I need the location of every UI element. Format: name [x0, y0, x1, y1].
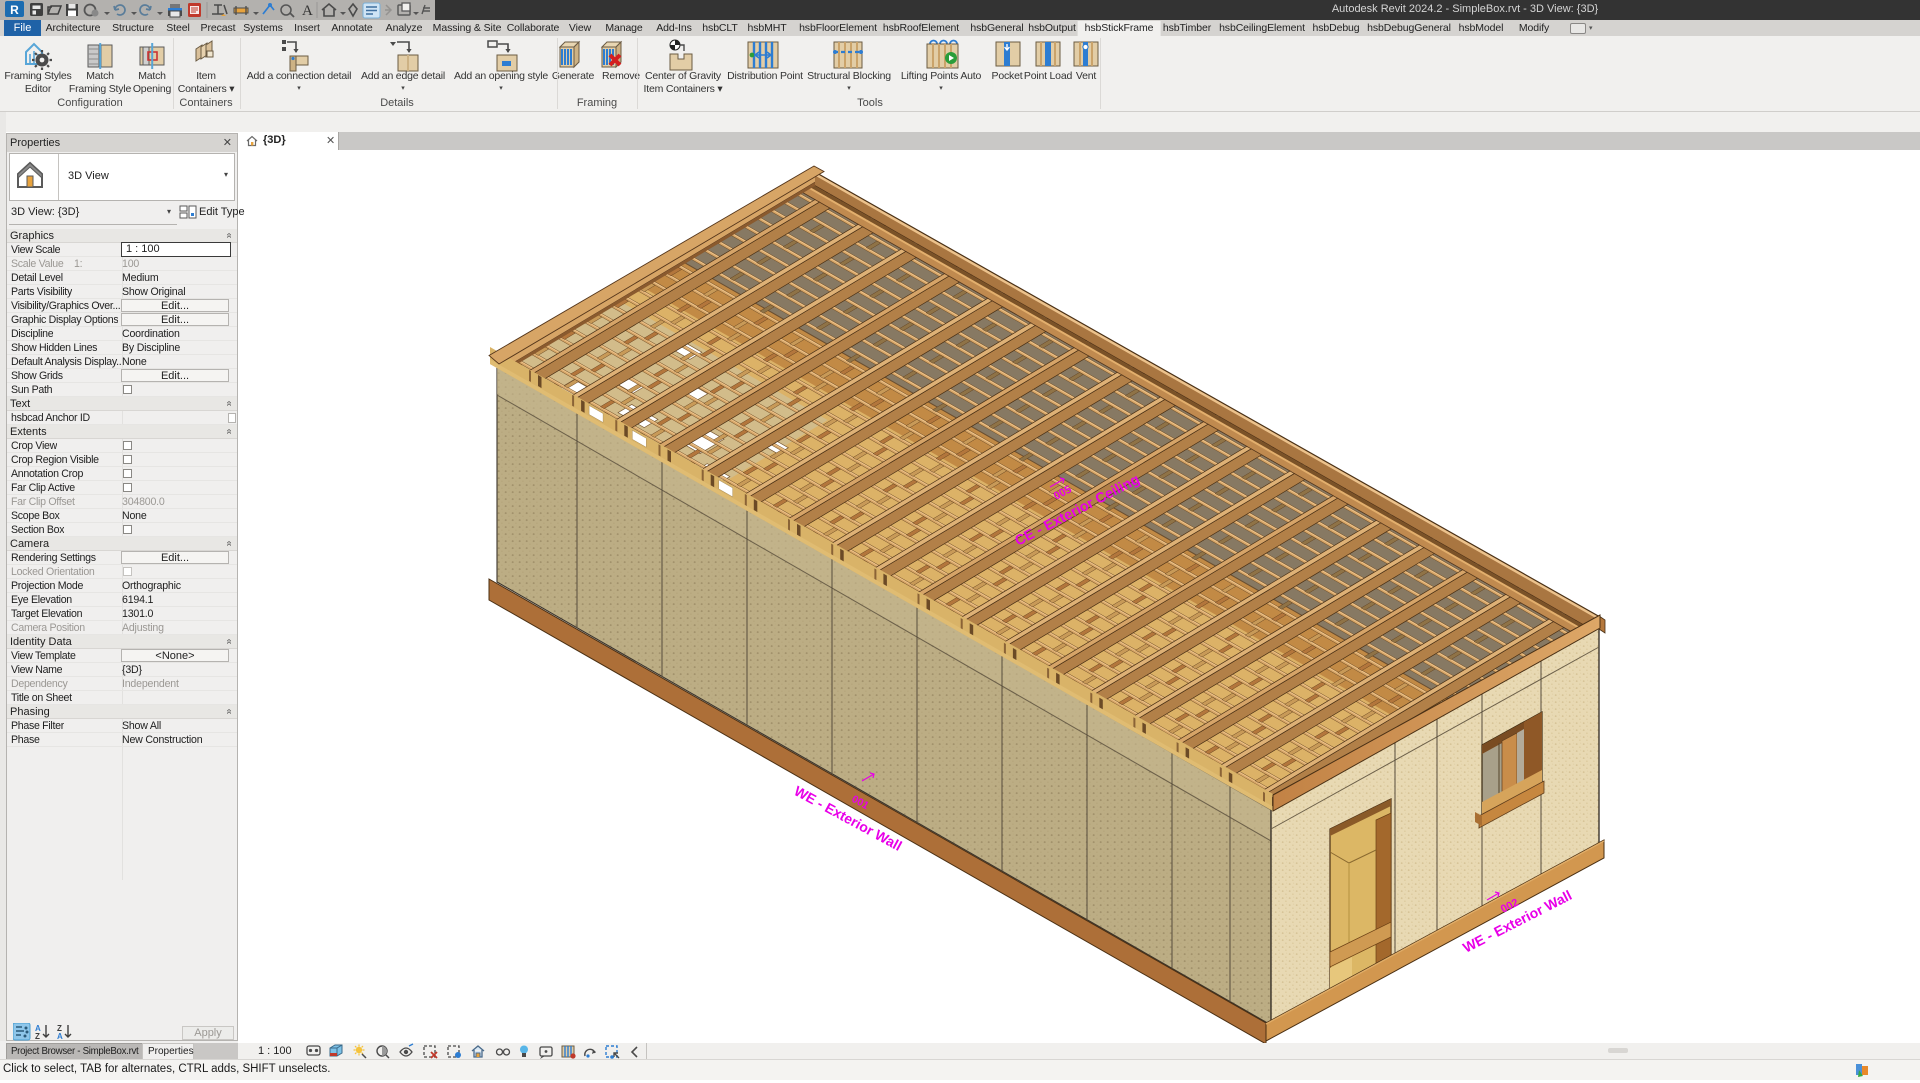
svg-text:A: A [57, 1032, 63, 1041]
svg-text:Z: Z [35, 1032, 40, 1041]
svg-text:A: A [302, 3, 313, 19]
svg-text:R: R [10, 3, 19, 17]
